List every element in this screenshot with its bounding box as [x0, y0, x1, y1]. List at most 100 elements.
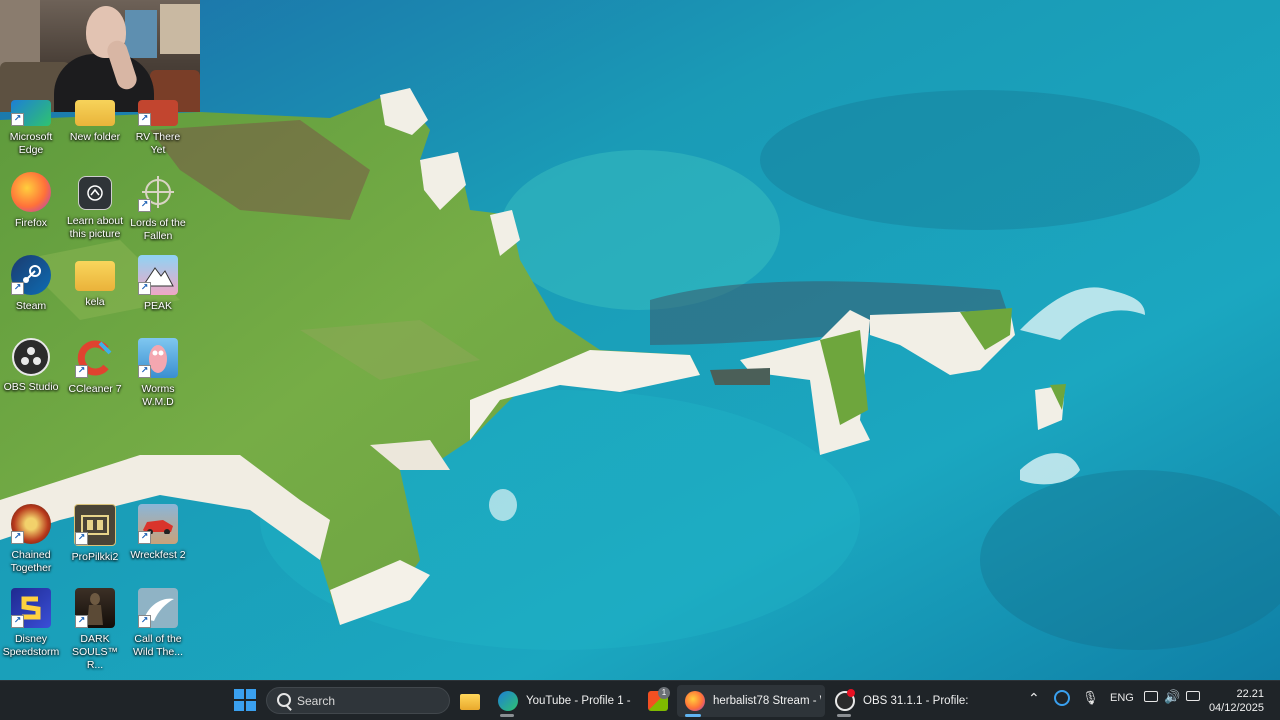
- desktop-icon-label: Call of the Wild The...: [133, 633, 183, 658]
- taskbar-app-label: herbalist78 Stream - Wa: [713, 695, 821, 707]
- windows-logo-icon: [246, 701, 256, 711]
- search-icon: [277, 693, 291, 707]
- running-indicator: [837, 714, 851, 717]
- shortcut-arrow-icon: ↗: [138, 365, 151, 378]
- clock-time: 22.21: [1236, 688, 1264, 700]
- desktop-icon-label: Chained Together: [10, 549, 52, 574]
- taskbar-search-box[interactable]: Search: [266, 687, 450, 714]
- search-placeholder: Search: [297, 694, 336, 708]
- webcam-background-shelf: [0, 0, 40, 70]
- clock-date: 04/12/2025: [1208, 702, 1264, 714]
- taskbar-app-file-explorer[interactable]: [452, 685, 488, 717]
- shortcut-arrow-icon: ↗: [75, 365, 88, 378]
- volume-icon[interactable]: 🔊: [1164, 689, 1180, 705]
- shortcut-arrow-icon: ↗: [138, 531, 151, 544]
- folder-icon: [75, 261, 115, 291]
- folder-icon: [75, 100, 115, 126]
- desktop-icon-ccleaner[interactable]: ↗ CCleaner 7: [64, 338, 126, 396]
- peak-icon: ↗: [138, 255, 178, 295]
- desktop-icon-worms-wmd[interactable]: ↗ Worms W.M.D: [127, 338, 189, 409]
- shortcut-arrow-icon: ↗: [75, 615, 88, 628]
- desktop-icon-label: RV There Yet: [135, 131, 181, 156]
- desktop-icon-label: PEAK: [143, 300, 172, 312]
- microphone-icon[interactable]: 🎙: [1082, 690, 1099, 706]
- network-icon[interactable]: [1144, 691, 1158, 702]
- lords-of-the-fallen-icon: ↗: [138, 172, 178, 212]
- shortcut-arrow-icon: ↗: [138, 282, 151, 295]
- desktop-icon-microsoft-edge[interactable]: ↗ Microsoft Edge: [0, 100, 62, 157]
- shortcut-arrow-icon: ↗: [11, 282, 24, 295]
- desktop-icon-dark-souls[interactable]: ↗ DARK SOULS™ R...: [64, 588, 126, 672]
- show-hidden-icons-chevron-icon[interactable]: ⌃: [1028, 690, 1040, 707]
- webcam-background-lamp: [160, 4, 200, 54]
- desktop-icon-label: ProPilkki2: [71, 551, 119, 563]
- shortcut-arrow-icon: ↗: [138, 199, 151, 212]
- taskbar-app-label: OBS 31.1.1 - Profile: Unti: [863, 695, 971, 707]
- webcam-background-poster: [125, 10, 157, 58]
- desktop-icon-rv-there-yet[interactable]: ↗ RV There Yet: [127, 100, 189, 157]
- taskbar-app-edge-youtube[interactable]: YouTube - Profile 1 - Mi: [490, 685, 638, 717]
- desktop-icon-lords-of-the-fallen[interactable]: ↗ Lords of the Fallen: [127, 172, 189, 243]
- webcam-overlay: [0, 0, 200, 112]
- ccleaner-icon: ↗: [75, 338, 115, 378]
- desktop-icon-steam[interactable]: ↗ Steam: [0, 255, 62, 313]
- shortcut-arrow-icon: ↗: [11, 615, 24, 628]
- disney-speedstorm-icon: ↗: [11, 588, 51, 628]
- call-of-the-wild-icon: ↗: [138, 588, 178, 628]
- desktop-icon-label: Wreckfest 2: [130, 549, 186, 561]
- running-indicator: [685, 714, 701, 717]
- steam-icon: ↗: [11, 255, 51, 295]
- desktop-icon-label: Firefox: [14, 217, 48, 229]
- edge-icon: ↗: [11, 100, 51, 126]
- desktop-icon-label: OBS Studio: [3, 381, 59, 393]
- desktop-icon-label: Microsoft Edge: [9, 131, 53, 156]
- desktop-icon-label: Learn about this picture: [66, 215, 124, 240]
- clock[interactable]: 22.21 04/12/2025: [1209, 687, 1264, 715]
- taskbar-app-obs[interactable]: OBS 31.1.1 - Profile: Unti: [827, 685, 975, 717]
- taskbar-app-microsoft-store[interactable]: 1: [640, 685, 676, 717]
- windows-logo-icon: [246, 689, 256, 699]
- desktop-icon-disney-speedstorm[interactable]: ↗ Disney Speedstorm: [0, 588, 62, 659]
- desktop-icon-peak[interactable]: ↗ PEAK: [127, 255, 189, 313]
- desktop-icon-firefox[interactable]: Firefox: [0, 172, 62, 230]
- desktop-icon-label: Steam: [15, 300, 47, 312]
- shortcut-arrow-icon: ↗: [138, 113, 151, 126]
- windows-logo-icon: [234, 689, 244, 699]
- desktop-icon-wreckfest-2[interactable]: ↗ Wreckfest 2: [127, 504, 189, 562]
- worms-icon: ↗: [138, 338, 178, 378]
- shortcut-arrow-icon: ↗: [11, 113, 24, 126]
- shortcut-arrow-icon: ↗: [138, 615, 151, 628]
- edge-icon: [498, 691, 518, 711]
- battery-icon[interactable]: [1186, 691, 1200, 701]
- desktop-icon-propilkki2[interactable]: ↗ ProPilkki2: [64, 504, 126, 564]
- desktop-icon-call-of-the-wild[interactable]: ↗ Call of the Wild The...: [127, 588, 189, 659]
- firefox-icon: [685, 691, 705, 711]
- shortcut-arrow-icon: ↗: [75, 532, 88, 545]
- taskbar-app-label: YouTube - Profile 1 - Mi: [526, 695, 632, 707]
- taskbar: Search YouTube - Profile 1 - Mi 1 herbal…: [0, 680, 1280, 720]
- shortcut-arrow-icon: ↗: [11, 531, 24, 544]
- windows-logo-icon: [234, 701, 244, 711]
- wreckfest-icon: ↗: [138, 504, 178, 544]
- desktop-icon-label: kela: [85, 296, 105, 308]
- dark-souls-icon: ↗: [75, 588, 115, 628]
- language-indicator[interactable]: ENG: [1110, 692, 1134, 704]
- desktop-icon-new-folder[interactable]: New folder: [64, 100, 126, 144]
- chained-together-icon: ↗: [11, 504, 51, 544]
- desktop-icon-learn-about-this-picture[interactable]: Learn about this picture: [64, 172, 126, 241]
- taskbar-app-firefox-stream[interactable]: herbalist78 Stream - Wa: [677, 685, 825, 717]
- obs-icon: [12, 338, 50, 376]
- desktop-icon-chained-together[interactable]: ↗ Chained Together: [0, 504, 62, 575]
- file-explorer-icon: [460, 694, 480, 710]
- desktop-icon-label: New folder: [69, 131, 121, 143]
- learn-picture-icon: [78, 176, 112, 210]
- desktop-icon-kela[interactable]: kela: [64, 255, 126, 309]
- desktop-icon-label: Lords of the Fallen: [130, 217, 186, 242]
- desktop-icon-label: CCleaner 7: [68, 383, 122, 395]
- desktop-icon-label: Disney Speedstorm: [2, 633, 60, 658]
- propilkki-icon: ↗: [74, 504, 116, 546]
- desktop-icon-obs-studio[interactable]: OBS Studio: [0, 338, 62, 394]
- desktop-icon-label: Worms W.M.D: [141, 383, 175, 408]
- sync-icon[interactable]: [1054, 690, 1070, 706]
- start-button[interactable]: [234, 689, 256, 711]
